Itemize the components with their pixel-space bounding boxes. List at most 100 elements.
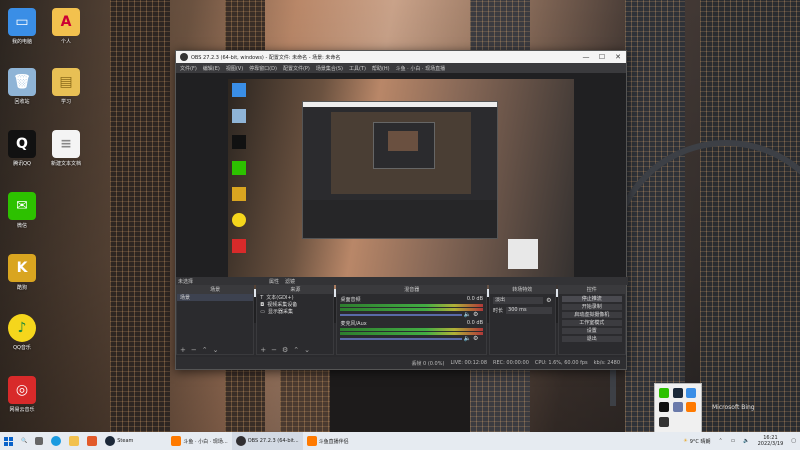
network-icon: ▭ xyxy=(730,438,736,444)
source-item[interactable]: T 文本(GDI+) xyxy=(257,294,333,302)
source-item[interactable]: ▭ 显示器采集 xyxy=(257,308,333,316)
scene-item[interactable]: 场景 xyxy=(177,294,254,301)
clock[interactable]: 16:21 2022/3/19 xyxy=(754,432,788,450)
obs-window[interactable]: OBS 27.2.3 (64-bit, windows) - 配置文件: 未命名… xyxy=(175,50,628,370)
douyu-icon xyxy=(171,436,182,446)
sun-icon: ☀ xyxy=(683,438,688,444)
transition-type-select[interactable]: 淡出 xyxy=(493,297,544,304)
desktop-icon-netease-music[interactable]: ◎ 网易云音乐 xyxy=(0,376,44,413)
desktop-icon-qq-music[interactable]: ♪ QQ音乐 xyxy=(0,314,44,351)
speaker-icon[interactable]: 🔈 xyxy=(464,335,471,342)
close-button[interactable]: ✕ xyxy=(610,53,626,61)
stream-preview[interactable] xyxy=(228,79,574,297)
edge-button[interactable] xyxy=(47,432,65,450)
obs-tray-icon[interactable] xyxy=(659,416,669,427)
add-icon[interactable]: + xyxy=(180,346,186,354)
menu-scene-collection[interactable]: 场景集合(S) xyxy=(316,65,343,72)
move-down-icon[interactable]: ⌄ xyxy=(213,346,219,354)
start-button[interactable] xyxy=(0,432,17,450)
task-view-button[interactable] xyxy=(31,432,47,450)
search-button[interactable]: 🔍 xyxy=(17,432,31,450)
remove-icon[interactable]: − xyxy=(271,346,277,354)
folder-icon xyxy=(69,436,80,446)
taskbar-douyu-browser[interactable]: 斗鱼 · 小白 · 现场... xyxy=(167,432,231,450)
bluetooth-tray-icon[interactable] xyxy=(672,402,683,413)
captured-tray-popup xyxy=(508,239,538,269)
obs-window-title: OBS 27.2.3 (64-bit, windows) - 配置文件: 未命名… xyxy=(191,54,341,61)
qq-tray-icon[interactable] xyxy=(659,402,669,413)
virtual-camera-button[interactable]: 启动虚拟摄像机 xyxy=(561,312,622,318)
menu-extra[interactable]: 斗鱼 · 小白 · 现场直播 xyxy=(396,65,446,72)
obs-title-bar[interactable]: OBS 27.2.3 (64-bit, windows) - 配置文件: 未命名… xyxy=(176,51,626,63)
volume-slider[interactable] xyxy=(340,338,462,340)
menu-docks[interactable]: 停靠窗口(D) xyxy=(249,65,277,72)
gear-icon[interactable]: ⚙ xyxy=(473,335,478,342)
stop-streaming-button[interactable]: 停止推流 xyxy=(561,296,622,302)
minimize-button[interactable]: — xyxy=(578,53,594,61)
bing-watermark: Microsoft Bing xyxy=(712,404,755,411)
wechat-icon: ✉ xyxy=(8,192,36,220)
menu-help[interactable]: 帮助(H) xyxy=(372,65,390,72)
controls-header: 控件 xyxy=(558,286,625,294)
move-up-icon[interactable]: ⌃ xyxy=(202,346,208,354)
store-button[interactable] xyxy=(83,432,101,450)
filters-button[interactable]: 滤镜 xyxy=(285,278,295,285)
duration-input[interactable]: 300 ms xyxy=(506,307,552,314)
taskbar-douyu-companion[interactable]: 斗鱼直播伴侣 xyxy=(303,432,353,450)
scenes-header: 场景 xyxy=(177,286,254,294)
studio-mode-button[interactable]: 工作室模式 xyxy=(561,320,622,326)
sources-dock: 来源 T 文本(GDI+) ◘ 视频采集设备 ▭ 显示器采集 + − ⚙ ⌃ ⌄ xyxy=(256,285,335,355)
file-explorer-button[interactable] xyxy=(65,432,83,450)
taskbar-steam[interactable]: Steam xyxy=(101,432,137,450)
start-recording-button[interactable]: 开始录制 xyxy=(561,304,622,310)
gear-icon[interactable]: ⚙ xyxy=(546,297,551,304)
maximize-button[interactable]: ☐ xyxy=(594,53,610,61)
menu-tools[interactable]: 工具(T) xyxy=(349,65,366,72)
move-down-icon[interactable]: ⌄ xyxy=(304,346,310,354)
desktop-icon-computer[interactable]: ▭ 我的电脑 xyxy=(0,8,44,45)
weather-widget[interactable]: ☀ 9°C 晴朗 xyxy=(679,432,714,450)
taskbar-obs[interactable]: OBS 27.2.3 (64-bit... xyxy=(231,432,303,450)
add-icon[interactable]: + xyxy=(260,346,266,354)
desktop-icon-recycle-bin[interactable]: 🗑 回收站 xyxy=(0,68,44,105)
clock-date: 2022/3/19 xyxy=(757,441,784,447)
desktop-icon-study[interactable]: ▤ 学习 xyxy=(44,68,88,105)
obs-menu-bar: 文件(F) 编辑(E) 视图(V) 停靠窗口(D) 配置文件(P) 场景集合(S… xyxy=(176,63,626,73)
desktop-icon-wechat[interactable]: ✉ 微信 xyxy=(0,192,44,229)
edge-icon xyxy=(51,436,62,446)
menu-profile[interactable]: 配置文件(P) xyxy=(283,65,310,72)
tray-overflow-button[interactable]: ⌃ xyxy=(714,432,726,450)
desktop-icon-kugou[interactable]: K 酷狗 xyxy=(0,254,44,291)
network-icon-button[interactable]: ▭ xyxy=(727,432,740,450)
volume-slider[interactable] xyxy=(340,314,462,316)
menu-edit[interactable]: 编辑(E) xyxy=(203,65,220,72)
gear-icon[interactable]: ⚙ xyxy=(473,311,478,318)
settings-button[interactable]: 设置 xyxy=(561,328,622,334)
move-up-icon[interactable]: ⌃ xyxy=(293,346,299,354)
properties-button[interactable]: 属性 xyxy=(269,278,279,285)
network-tray-icon[interactable] xyxy=(686,388,697,398)
douyu-icon xyxy=(306,436,317,446)
volume-meter xyxy=(340,332,484,335)
search-icon: 🔍 xyxy=(21,438,28,444)
controls-dock: 控件 停止推流 开始录制 启动虚拟摄像机 工作室模式 设置 退出 xyxy=(557,285,626,355)
desktop-icon-text-document[interactable]: ≡ 新建文本文档 xyxy=(44,130,88,167)
remove-icon[interactable]: − xyxy=(191,346,197,354)
exit-button[interactable]: 退出 xyxy=(561,336,622,342)
source-item[interactable]: ◘ 视频采集设备 xyxy=(257,301,333,309)
volume-meter xyxy=(340,328,484,331)
menu-file[interactable]: 文件(F) xyxy=(180,65,197,72)
desktop-icon-personal[interactable]: A 个人 xyxy=(44,8,88,45)
transitions-header: 转场特效 xyxy=(490,286,555,294)
douyu-tray-icon[interactable] xyxy=(686,402,697,413)
menu-view[interactable]: 视图(V) xyxy=(226,65,243,72)
speaker-icon[interactable]: 🔈 xyxy=(464,311,471,318)
notification-button[interactable]: ▢ xyxy=(787,432,800,450)
notification-icon: ▢ xyxy=(791,438,796,444)
desktop-icon-qq[interactable]: Q 腾讯QQ xyxy=(0,130,44,167)
wechat-tray-icon[interactable] xyxy=(659,388,669,398)
steam-tray-icon[interactable] xyxy=(672,388,683,398)
volume-icon-button[interactable]: 🔈 xyxy=(739,432,753,450)
text-icon: T xyxy=(260,294,264,301)
gear-icon[interactable]: ⚙ xyxy=(282,346,288,354)
